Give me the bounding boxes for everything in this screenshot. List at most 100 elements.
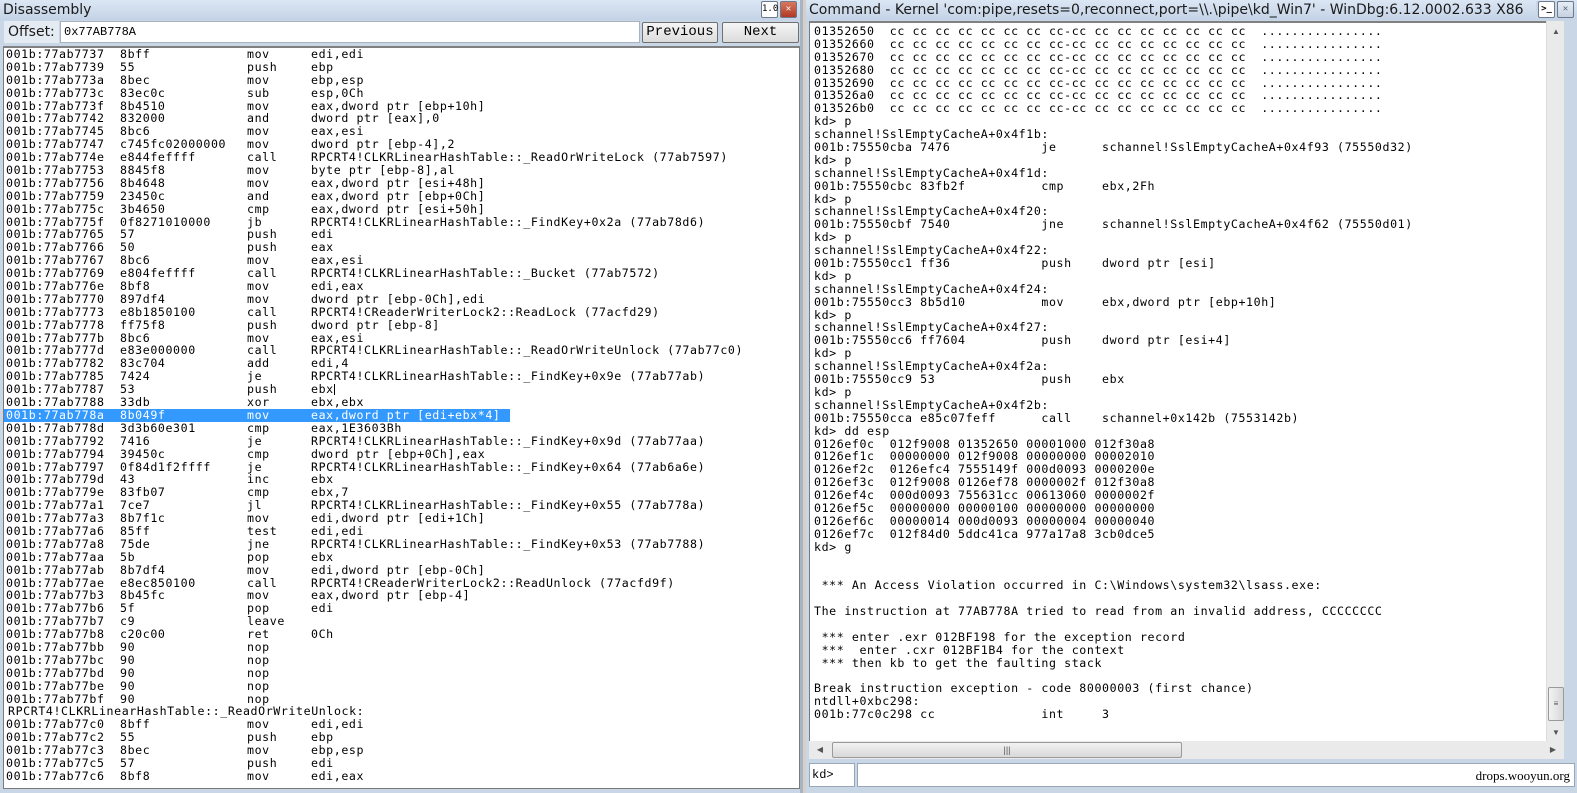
disassembly-row[interactable]: 001b:77ab776e 8bf8 mov edi,eax bbox=[4, 280, 799, 293]
output-line: schannel!SslEmptyCacheA+0x4f1d: bbox=[814, 165, 1049, 180]
operands: eax,1E3603Bh bbox=[311, 420, 402, 435]
mnemonic: cmp bbox=[247, 201, 270, 216]
command-output[interactable]: 01352650 cc cc cc cc cc cc cc cc-cc cc c… bbox=[809, 21, 1546, 741]
disassembly-row[interactable]: 001b:77ab773a 8bec mov ebp,esp bbox=[4, 72, 799, 87]
output-line: schannel!SslEmptyCacheA+0x4f2b: bbox=[814, 397, 1049, 412]
disassembly-row[interactable]: 001b:77ab77bb 90 nop bbox=[4, 641, 799, 654]
operands: ebp,esp bbox=[311, 72, 365, 87]
opcode-bytes: 57 bbox=[120, 755, 136, 770]
operands: ebp bbox=[311, 59, 334, 74]
vertical-scroll-thumb[interactable]: ≡ bbox=[1548, 687, 1564, 721]
window-float-icon[interactable]: 1.0 bbox=[761, 1, 778, 18]
operands: RPCRT4!CLKRLinearHashTable::_FindKey+0x5… bbox=[311, 536, 706, 551]
mnemonic: mov bbox=[247, 279, 270, 294]
disassembly-row[interactable]: 001b:77ab77be 90 nop bbox=[4, 679, 799, 693]
disassembly-row[interactable]: 001b:77ab77bd 90 nop bbox=[4, 665, 799, 680]
disassembly-row[interactable]: 001b:77ab7759 23450c and eax,dword ptr [ebp… bbox=[4, 188, 799, 203]
opcode-bytes: 5b bbox=[120, 549, 136, 564]
output-line: The instruction at 77AB778A tried to rea… bbox=[814, 604, 1383, 619]
opcode-bytes: 8bec bbox=[120, 72, 151, 87]
disassembly-row[interactable]: 001b:77ab775c 3b4650 cmp eax,dword ptr [esi… bbox=[4, 201, 799, 216]
horizontal-scrollbar[interactable]: ◀ ||| ▶ bbox=[809, 741, 1564, 759]
operands: RPCRT4!CLKRLinearHashTable::_ReadOrWrite… bbox=[311, 343, 744, 358]
disassembly-row[interactable]: 001b:77ab7788 33db xor ebx,ebx bbox=[4, 396, 799, 409]
command-prompt-icon[interactable]: >_ bbox=[1538, 1, 1555, 18]
command-input[interactable]: drops.wooyun.org bbox=[857, 763, 1575, 787]
opcode-bytes: 3d3b60e301 bbox=[120, 420, 196, 435]
address: 001b:77ab77ab bbox=[6, 562, 105, 577]
address: 001b:77ab7737 bbox=[6, 47, 105, 61]
disassembly-row[interactable]: 001b:77ab77c5 57 push edi bbox=[4, 757, 799, 770]
disassembly-row[interactable]: 001b:77ab7756 8b4648 mov eax,dword ptr [esi… bbox=[4, 177, 799, 190]
address: 001b:77ab77bd bbox=[6, 665, 105, 680]
output-line: *** An Access Violation occurred in C:\W… bbox=[814, 578, 1322, 593]
disassembly-row-selected[interactable]: 001b:77ab778a 8b049f mov eax,dword ptr [edi… bbox=[4, 409, 799, 422]
opcode-bytes: 8b049f bbox=[120, 407, 166, 422]
vertical-scrollbar[interactable]: ▲ ≡ ▼ bbox=[1546, 21, 1564, 741]
opcode-bytes: 75de bbox=[120, 536, 151, 551]
disassembly-titlebar[interactable]: Disassembly 1.0 ✕ bbox=[0, 0, 800, 20]
disassembly-row[interactable]: 001b:77ab77a6 85ff test edi,edi bbox=[4, 525, 799, 538]
disassembly-row[interactable]: 001b:77ab77ab 8b7df4 mov edi,dword ptr [ebp… bbox=[4, 562, 799, 577]
disassembly-row[interactable]: 001b:77ab7770 897df4 mov dword ptr [ebp-0Ch… bbox=[4, 293, 799, 306]
disassembly-row[interactable]: 001b:77ab7739 55 push ebp bbox=[4, 59, 799, 74]
disassembly-row[interactable]: 001b:77ab778d 3d3b60e301 cmp eax,1E3603Bh bbox=[4, 420, 799, 435]
mnemonic: push bbox=[247, 755, 278, 770]
address: 001b:77ab77c6 bbox=[6, 768, 105, 783]
disassembly-row[interactable]: 001b:77ab7737 8bff mov edi,edi bbox=[4, 48, 799, 61]
output-line: 0126ef6c 00000014 000d0093 00000004 0000… bbox=[814, 513, 1156, 528]
mnemonic: mov bbox=[247, 291, 270, 306]
previous-button[interactable]: Previous bbox=[642, 22, 718, 43]
opcode-bytes: 90 bbox=[120, 652, 136, 667]
opcode-bytes: e8b1850100 bbox=[120, 304, 196, 319]
disassembly-row[interactable]: 001b:77ab7778 ff75f8 push dword ptr [ebp-8] bbox=[4, 317, 799, 332]
disassembly-row[interactable]: 001b:77ab77a8 75de jne RPCRT4!CLKRLinearHas… bbox=[4, 536, 799, 551]
operands: RPCRT4!CLKRLinearHashTable::_FindKey+0x9… bbox=[311, 433, 706, 448]
disassembly-row[interactable]: 001b:77ab7753 8845f8 mov byte ptr [ebp-8],a… bbox=[4, 164, 799, 177]
output-line: 001b:75550cc9 53 push ebx bbox=[814, 372, 1125, 387]
close-icon[interactable]: ✕ bbox=[780, 1, 797, 18]
disassembly-row[interactable]: 001b:77ab77bc 90 nop bbox=[4, 652, 799, 667]
opcode-bytes: 85ff bbox=[120, 523, 151, 538]
disassembly-row[interactable]: 001b:77ab773c 83ec0c sub esp,0Ch bbox=[4, 85, 799, 100]
operands: esp,0Ch bbox=[311, 85, 365, 100]
horizontal-scroll-thumb[interactable]: ||| bbox=[832, 742, 1182, 758]
output-line: *** enter .exr 012BF198 for the exceptio… bbox=[814, 629, 1186, 644]
scroll-down-icon[interactable]: ▼ bbox=[1547, 724, 1565, 741]
opcode-bytes: 8bf8 bbox=[120, 768, 151, 783]
opcode-bytes: 7416 bbox=[120, 433, 151, 448]
opcode-bytes: 23450c bbox=[120, 188, 166, 203]
scroll-left-icon[interactable]: ◀ bbox=[811, 741, 829, 759]
address: 001b:77ab7753 bbox=[6, 163, 105, 178]
address: 001b:77ab7773 bbox=[6, 304, 105, 319]
disassembly-row[interactable]: 001b:77ab77c6 8bf8 mov edi,eax bbox=[4, 768, 799, 783]
next-button[interactable]: Next bbox=[722, 22, 799, 43]
disassembly-row[interactable]: 001b:77ab7794 39450c cmp dword ptr [ebp+0Ch… bbox=[4, 446, 799, 461]
operands: eax,dword ptr [esi+48h] bbox=[311, 175, 486, 190]
operands: eax,dword ptr [ebp+0Ch] bbox=[311, 188, 486, 203]
disassembly-listing[interactable]: 001b:77ab7737 8bff mov edi,edi 001b:77ab7739… bbox=[3, 46, 800, 789]
address: 001b:77ab77bc bbox=[6, 652, 105, 667]
mnemonic: cmp bbox=[247, 420, 270, 435]
disassembly-row[interactable]: 001b:77ab77bf 90 nop bbox=[4, 692, 799, 706]
disassembly-row[interactable]: 001b:77ab7792 7416 je RPCRT4!CLKRLinearHash… bbox=[4, 433, 799, 448]
command-titlebar[interactable]: Command - Kernel 'com:pipe,resets=0,reco… bbox=[806, 0, 1577, 20]
opcode-bytes: ff75f8 bbox=[120, 317, 166, 332]
text-caret bbox=[333, 384, 335, 396]
scroll-up-icon[interactable]: ▲ bbox=[1547, 23, 1565, 40]
close-icon[interactable]: ✕ bbox=[1557, 1, 1574, 18]
output-line: 01352680 cc cc cc cc cc cc cc cc-cc cc c… bbox=[814, 62, 1383, 77]
offset-input[interactable] bbox=[60, 21, 640, 43]
offset-toolbar: Offset: Previous Next bbox=[2, 21, 800, 45]
operands: 0Ch bbox=[311, 627, 334, 642]
disassembly-row[interactable]: 001b:77ab7773 e8b1850100 call RPCRT4!CReade… bbox=[4, 304, 799, 319]
operands: eax,dword ptr [esi+50h] bbox=[311, 201, 486, 216]
mnemonic: test bbox=[247, 523, 278, 538]
opcode-bytes: 8b7df4 bbox=[120, 562, 166, 577]
output-line: Break instruction exception - code 80000… bbox=[814, 681, 1254, 696]
scroll-right-icon[interactable]: ▶ bbox=[1544, 741, 1562, 759]
opcode-bytes: 39450c bbox=[120, 446, 166, 461]
disassembly-row[interactable]: 001b:77ab77aa 5b pop ebx bbox=[4, 549, 799, 564]
